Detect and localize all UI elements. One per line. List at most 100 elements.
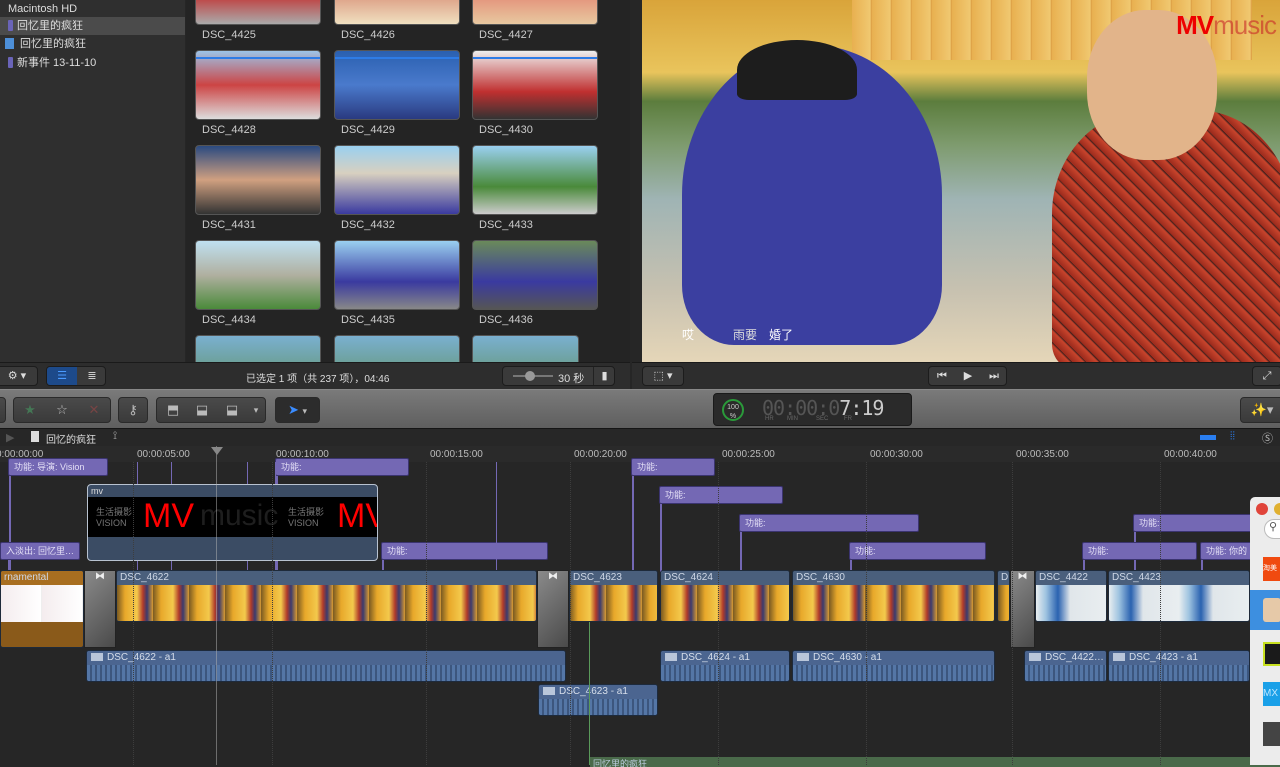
video-clip[interactable]: D. [997,570,1010,622]
transition[interactable]: ⧓ [84,570,116,648]
title-clip[interactable]: 入淡出: 回忆里… [0,542,80,560]
contact-avatar[interactable]: 淘美 [1263,557,1280,581]
clip-thumbnail[interactable] [195,240,321,310]
video-clip[interactable]: rnamental [0,570,84,648]
keyword-button[interactable]: ⚷ [118,397,148,423]
sidebar-item-label: 新事件 13-11-10 [17,57,97,69]
audio-clip[interactable]: DSC_4624 - a1 [660,650,790,682]
audio-skimming-icon[interactable]: ⦙⦙ [1230,430,1235,443]
clip-thumbnail[interactable] [195,50,321,120]
title-clip[interactable]: 功能: [739,514,919,532]
timecode-display[interactable]: 100% 00:00:07:19 HR MIN SEC FR [713,393,912,426]
timeline-toolbar: ★ ☆ ✕ ⚷ ⬒ ⬓ ⬓ ▾ ➤ ▾ 100% 00:00:07:19 HR M… [0,389,1280,428]
audio-clip[interactable]: DSC_4622 - a1 [86,650,566,682]
insert-clip-icon[interactable]: ⬓ [189,398,215,422]
audio-waveform [1109,665,1249,681]
playhead-handle[interactable] [211,447,223,455]
video-clip[interactable]: DSC_4624 [660,570,790,622]
transition[interactable]: ⧓ [537,570,569,648]
sidebar-item-event[interactable]: 回忆里的疯狂 [0,17,185,35]
unrate-star-icon[interactable]: ☆ [46,398,78,422]
edit-menu-chevron-icon[interactable]: ▾ [247,398,265,422]
toolbar-button-edge[interactable] [0,397,6,423]
video-clip[interactable]: DSC_4423 [1108,570,1250,622]
secondary-storyline-clip[interactable]: 回忆里的疯狂 [590,757,1280,767]
clip-thumbnail[interactable] [334,145,460,215]
video-clip[interactable]: DSC_4630 [792,570,995,622]
compound-clip-mv[interactable]: mv 生活摄影VISION MV music 生活摄影VISION MV [87,484,378,561]
filmstrip-view-icon[interactable]: ☰ [47,367,77,385]
zoom-slider-thumb[interactable] [525,371,535,381]
favorite-star-icon[interactable]: ★ [14,398,46,422]
title-clip[interactable]: 功能: [1133,514,1253,532]
fullscreen-button[interactable]: ⤢ [1252,366,1280,386]
clip-thumbnail[interactable] [472,240,598,310]
close-button[interactable] [1256,503,1268,515]
clip-thumbnail[interactable] [472,335,579,362]
clip-thumbnail[interactable] [195,0,321,25]
speaker-icon [797,653,809,661]
transition[interactable]: ⧓ [1010,570,1035,648]
viewer[interactable]: MVmusic 哎 雨要 婚了 [642,0,1280,362]
clip-thumbnail[interactable] [334,50,460,120]
subtitle: 婚了 [769,328,794,342]
title-clip[interactable]: 功能: [631,458,715,476]
clip-thumbnail[interactable] [472,0,598,25]
view-toggle: ☰ ≣ [46,366,106,386]
minimize-button[interactable] [1274,503,1280,515]
clip-label: DSC_4426 [341,29,395,41]
logo-mv: MV [337,497,377,535]
audio-clip-header: DSC_4422… [1025,651,1106,665]
search-icon[interactable]: ⚲ [1264,519,1280,539]
clip-thumbnail[interactable] [472,50,598,120]
next-edit-button[interactable]: ⏭ [981,367,1007,385]
sidebar-item-new-event[interactable]: 新事件 13-11-10 [0,54,185,72]
title-clip[interactable]: 功能: [659,486,783,504]
audio-clip[interactable]: DSC_4423 - a1 [1108,650,1250,682]
clip-thumbnail[interactable] [472,145,598,215]
connect-clip-icon[interactable]: ⬒ [157,398,189,422]
audio-waveform [539,699,657,715]
clip-thumbnail[interactable] [334,240,460,310]
contact-avatar[interactable]: MX [1263,682,1280,706]
clip-thumbnail[interactable] [195,335,321,362]
transform-menu-button[interactable]: ⬚ ▾ [642,366,684,386]
audio-clip[interactable]: DSC_4630 - a1 [792,650,995,682]
audio-clip[interactable]: DSC_4623 - a1 [538,684,658,716]
play-button[interactable]: ▶ [955,367,981,385]
reject-icon[interactable]: ✕ [78,398,110,422]
audio-clip-header: DSC_4623 - a1 [539,685,657,699]
solo-icon[interactable]: Ⓢ [1262,430,1273,446]
video-clip[interactable]: DSC_4623 [569,570,658,622]
video-clip[interactable]: DSC_4622 [116,570,537,622]
title-clip[interactable]: 功能: 导演: Vision [8,458,108,476]
contact-avatar[interactable] [1263,642,1280,666]
contact-avatar[interactable] [1263,722,1280,746]
title-clip[interactable]: 功能: [1082,542,1197,560]
clip-thumbnail[interactable] [334,0,460,25]
effects-magic-wand-button[interactable]: ✨▾ [1240,397,1280,423]
contact-item-selected[interactable] [1250,590,1280,630]
title-clip[interactable]: 功能: [275,458,409,476]
timeline-history-back-icon[interactable]: ▶ [6,431,14,444]
audio-clip[interactable]: DSC_4422… [1024,650,1107,682]
skimming-icon[interactable]: ⟟ [113,430,117,443]
playhead[interactable] [216,446,217,765]
audio-clip-header: DSC_4622 - a1 [87,651,565,665]
tool-select-button[interactable]: ➤ ▾ [275,397,320,423]
action-menu-button[interactable]: ⚙ ▾ [0,366,38,386]
title-clip[interactable]: 功能: [381,542,548,560]
filmstrip [1036,585,1106,621]
previous-edit-button[interactable]: ⏮ [929,367,955,385]
append-clip-icon[interactable]: ⬓ [217,398,247,422]
list-view-icon[interactable]: ≣ [77,367,107,385]
clip-thumbnail[interactable] [334,335,460,362]
sidebar-item-macintosh-hd[interactable]: Macintosh HD [0,0,185,18]
clip-height-toggle[interactable]: ▮ [593,367,615,385]
title-clip[interactable]: 功能: [849,542,986,560]
clip-name: DSC_4630 [793,571,994,585]
sidebar-item-project[interactable]: 回忆里的疯狂 [0,35,185,53]
clip-thumbnail[interactable] [195,145,321,215]
video-skimming-icon[interactable] [1200,435,1216,440]
video-clip[interactable]: DSC_4422 [1035,570,1107,622]
